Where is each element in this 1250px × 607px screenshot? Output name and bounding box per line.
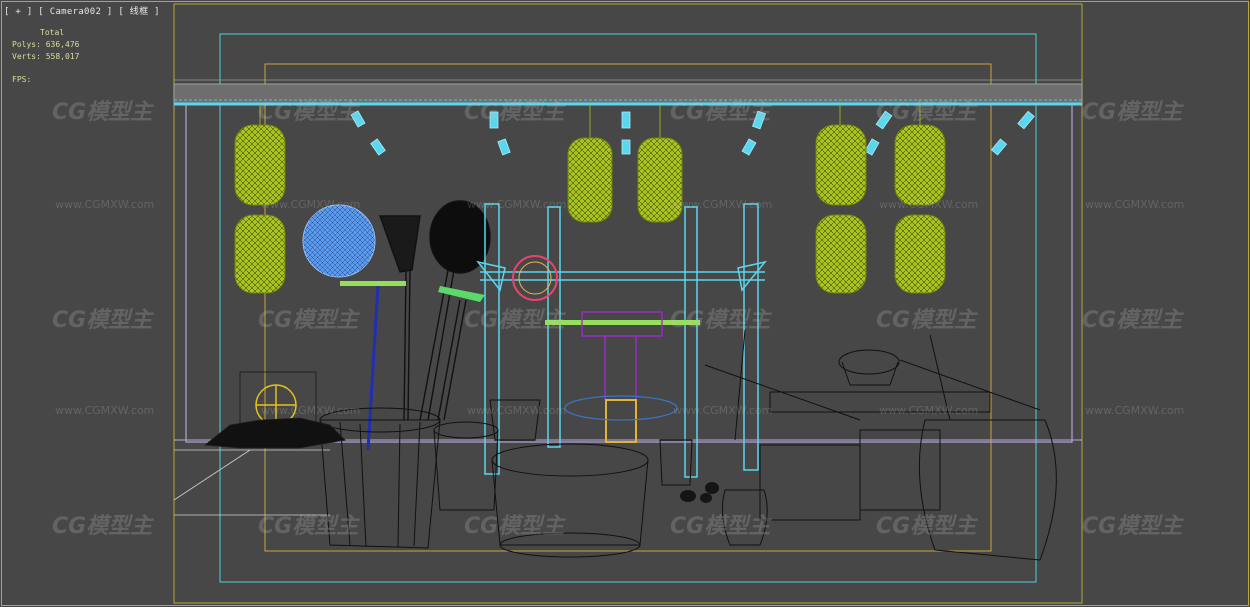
farm-tools [379, 200, 491, 421]
camera-viewport[interactable]: [ + ] [ Camera002 ] [ 线框 ] Total Polys: … [0, 0, 1250, 607]
verts-value: 558,017 [45, 52, 80, 61]
blue-pole [366, 285, 380, 451]
viewport-label-menu[interactable]: [ + ] [ Camera002 ] [ 线框 ] [4, 4, 160, 17]
purple-stand [581, 311, 663, 400]
stats-verts: Verts: 558,017 [12, 52, 79, 61]
stats-polys: Polys: 636,476 [12, 40, 79, 49]
polys-value: 636,476 [45, 40, 80, 49]
rock-pile [203, 417, 346, 449]
polys-label: Polys: [12, 40, 41, 49]
verts-label: Verts: [12, 52, 41, 61]
stats-total-label: Total [40, 28, 65, 37]
yellow-bucket [605, 399, 637, 443]
red-ball [512, 255, 558, 301]
wireframe-scene [173, 3, 1083, 604]
safe-frame-title [264, 63, 992, 552]
stats-fps-label: FPS: [12, 75, 32, 84]
cyan-rack [476, 203, 767, 478]
ceiling-band [173, 83, 1083, 105]
